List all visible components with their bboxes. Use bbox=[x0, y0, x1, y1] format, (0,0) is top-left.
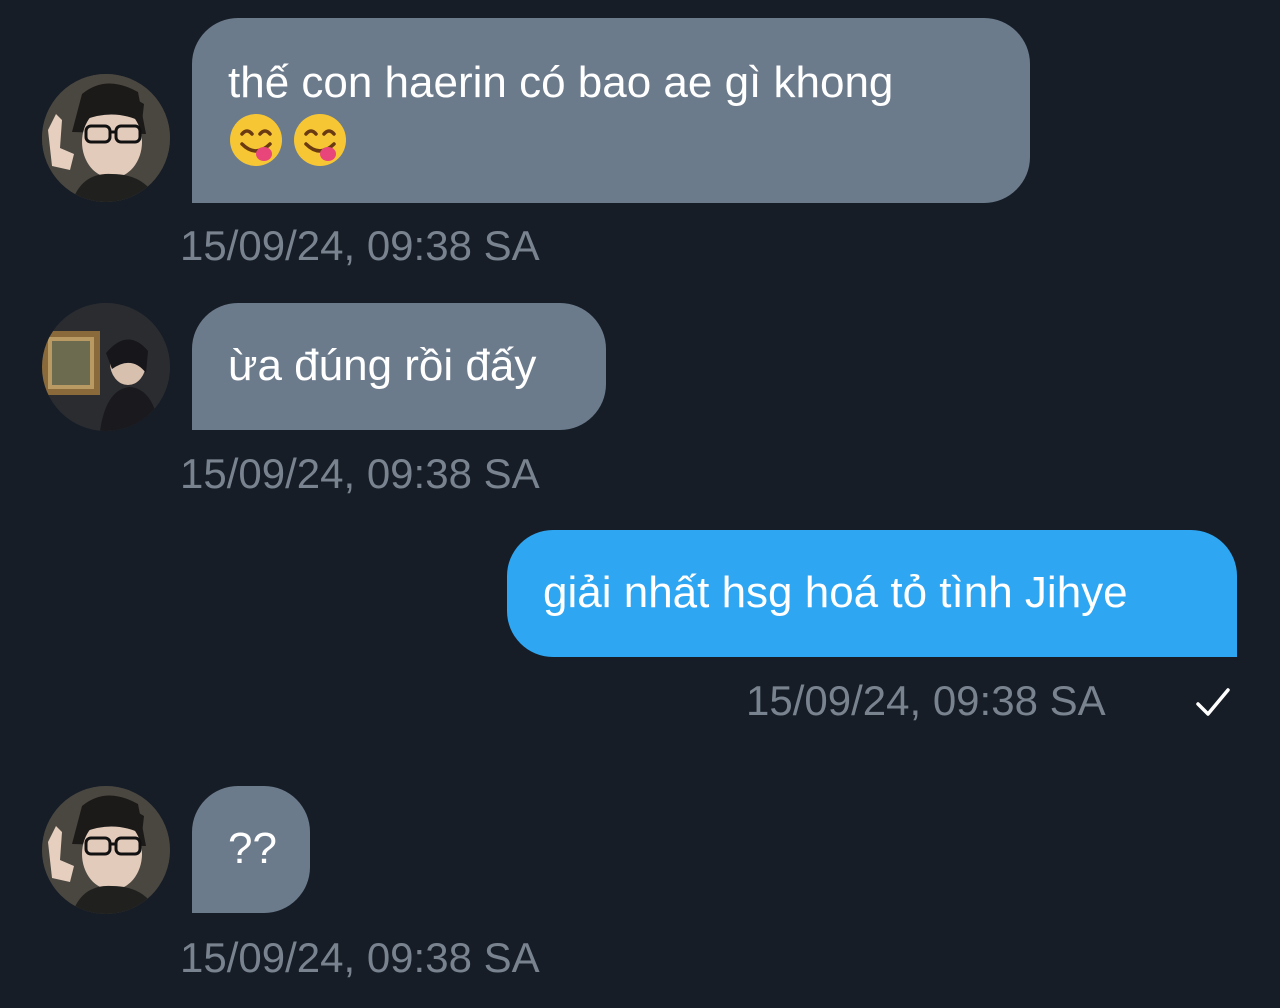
face-savoring-food-icon bbox=[292, 112, 348, 168]
message-bubble-incoming[interactable]: thế con haerin có bao ae gì khong bbox=[192, 18, 1030, 203]
message-bubble-outgoing[interactable]: giải nhất hsg hoá tỏ tình Jihye bbox=[507, 530, 1237, 657]
emoji-row bbox=[228, 112, 994, 168]
message-bubble-incoming[interactable]: ừa đúng rồi đấy bbox=[192, 303, 606, 430]
message-text: ừa đúng rồi đấy bbox=[228, 341, 537, 390]
message-timestamp: 15/09/24, 09:38 SA bbox=[180, 222, 540, 269]
message-timestamp: 15/09/24, 09:38 SA bbox=[746, 677, 1106, 724]
avatar-boy-glasses[interactable] bbox=[42, 74, 170, 202]
message-text: giải nhất hsg hoá tỏ tình Jihye bbox=[543, 568, 1128, 617]
message-timestamp: 15/09/24, 09:38 SA bbox=[180, 934, 540, 981]
face-savoring-food-icon bbox=[228, 112, 284, 168]
avatar-boy-glasses[interactable] bbox=[42, 786, 170, 914]
message-text: thế con haerin có bao ae gì khong bbox=[228, 58, 894, 107]
message-text: ?? bbox=[228, 824, 277, 873]
message-bubble-incoming[interactable]: ?? bbox=[192, 786, 310, 913]
chat-screen: thế con haerin có bao ae gì khong 15/09/… bbox=[0, 0, 1280, 1008]
message-timestamp: 15/09/24, 09:38 SA bbox=[180, 450, 540, 497]
sent-check-icon bbox=[1192, 682, 1234, 724]
avatar-boy-painting[interactable] bbox=[42, 303, 170, 431]
